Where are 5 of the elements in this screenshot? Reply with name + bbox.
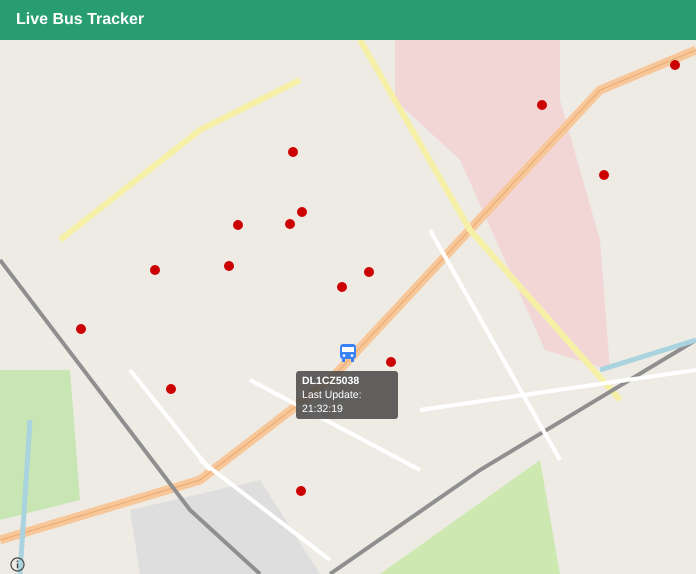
app-title: Live Bus Tracker [16, 10, 144, 30]
last-update-text: Last Update: 21:32:19 [302, 388, 363, 416]
bus-icon[interactable] [339, 343, 357, 363]
vehicle-number: DL1CZ5038 [302, 375, 360, 387]
info-icon[interactable] [10, 557, 25, 572]
